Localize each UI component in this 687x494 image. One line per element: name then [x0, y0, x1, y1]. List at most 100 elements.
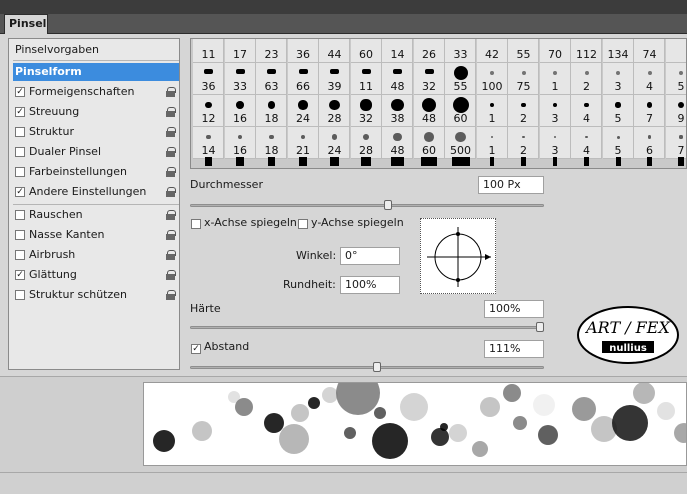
lock-icon[interactable]	[166, 270, 176, 280]
angle-input[interactable]: 0°	[340, 247, 400, 265]
brush-tip-cell[interactable]: 38	[382, 95, 413, 127]
checkbox[interactable]: ✓	[15, 187, 25, 197]
brush-tip-cell[interactable]	[665, 39, 686, 63]
brush-tip-cell[interactable]: 14	[382, 39, 413, 63]
brush-tip-cell[interactable]: 42	[476, 39, 508, 63]
diameter-slider-thumb[interactable]	[383, 200, 392, 210]
brush-tip-cell[interactable]: 2	[571, 63, 602, 95]
brush-tip-cell[interactable]: 3	[539, 127, 571, 166]
brush-tip-cell[interactable]: 3	[602, 63, 634, 95]
hardness-slider[interactable]	[190, 326, 544, 329]
checkbox[interactable]	[15, 250, 25, 260]
checkbox[interactable]	[15, 290, 25, 300]
brush-tip-cell[interactable]: 134	[602, 39, 634, 63]
brush-tip-cell[interactable]: 6	[634, 127, 665, 166]
brush-tip-cell[interactable]: 16	[224, 127, 256, 166]
diameter-input[interactable]: 100 Px	[478, 176, 544, 194]
flip-y-checkbox[interactable]	[298, 219, 308, 229]
hardness-input[interactable]: 100%	[484, 300, 544, 318]
list-item-option[interactable]: ✓ Andere Einstellungen	[13, 183, 179, 201]
brush-tip-cell[interactable]: 7	[634, 95, 665, 127]
angle-roundness-widget[interactable]	[420, 218, 496, 294]
checkbox[interactable]: ✓	[15, 107, 25, 117]
brush-tip-cell[interactable]: 48	[382, 63, 413, 95]
brush-tip-cell[interactable]: 2	[508, 95, 539, 127]
brush-tip-cell[interactable]: 55	[508, 39, 539, 63]
lock-icon[interactable]	[166, 107, 176, 117]
brush-tip-cell[interactable]: 1	[476, 127, 508, 166]
brush-tip-cell[interactable]: 63	[256, 63, 287, 95]
brush-tip-cell[interactable]: 100	[476, 63, 508, 95]
brush-tip-cell[interactable]: 5	[602, 95, 634, 127]
brush-tip-cell[interactable]: 66	[287, 63, 319, 95]
brush-tip-cell[interactable]: 16	[224, 95, 256, 127]
spacing-slider[interactable]	[190, 366, 544, 369]
brush-tip-cell[interactable]: 5	[665, 63, 686, 95]
brush-tip-cell[interactable]: 70	[539, 39, 571, 63]
brush-tip-cell[interactable]: 39	[319, 63, 350, 95]
brush-tip-cell[interactable]: 36	[193, 63, 224, 95]
list-item-option[interactable]: ✓ Streuung	[13, 103, 179, 121]
lock-icon[interactable]	[166, 187, 176, 197]
checkbox[interactable]	[15, 210, 25, 220]
brush-tip-grid[interactable]: 11 17 23 36 44 60 14 26 33 42 55 70 112 134 74 36 33 63 66…	[190, 38, 687, 169]
roundness-input[interactable]: 100%	[340, 276, 400, 294]
brush-tip-cell[interactable]: 1	[539, 63, 571, 95]
brush-tip-cell[interactable]: 32	[413, 63, 445, 95]
brush-tip-cell[interactable]: 4	[571, 95, 602, 127]
lock-icon[interactable]	[166, 167, 176, 177]
brush-tip-cell[interactable]: 60	[445, 95, 476, 127]
brush-tip-cell[interactable]: 33	[445, 39, 476, 63]
list-item-option[interactable]: Dualer Pinsel	[13, 143, 179, 161]
brush-tip-cell[interactable]: 26	[413, 39, 445, 63]
checkbox[interactable]: ✓	[15, 87, 25, 97]
brush-tip-cell[interactable]: 28	[350, 127, 382, 166]
spacing-checkbox[interactable]: ✓	[191, 344, 201, 354]
brush-tip-cell[interactable]: 24	[287, 95, 319, 127]
lock-icon[interactable]	[166, 290, 176, 300]
brush-tip-cell[interactable]: 28	[319, 95, 350, 127]
spacing-input[interactable]: 111%	[484, 340, 544, 358]
list-item-option[interactable]: Struktur	[13, 123, 179, 141]
brush-tip-cell[interactable]: 60	[413, 127, 445, 166]
brush-tip-cell[interactable]: 17	[224, 39, 256, 63]
brush-tip-cell[interactable]: 36	[287, 39, 319, 63]
flip-x-checkbox[interactable]	[191, 219, 201, 229]
checkbox[interactable]	[15, 167, 25, 177]
brush-tip-cell[interactable]: 23	[256, 39, 287, 63]
brush-tip-cell[interactable]: 3	[539, 95, 571, 127]
brush-tip-cell[interactable]: 12	[193, 95, 224, 127]
hardness-slider-thumb[interactable]	[536, 322, 544, 332]
brush-tip-cell[interactable]: 44	[319, 39, 350, 63]
spacing-slider-thumb[interactable]	[373, 362, 382, 372]
brush-tip-cell[interactable]: 21	[287, 127, 319, 166]
brush-tip-cell[interactable]: 74	[634, 39, 665, 63]
brush-tip-cell[interactable]: 4	[571, 127, 602, 166]
brush-tip-cell[interactable]: 500	[445, 127, 476, 166]
brush-tip-cell[interactable]: 11	[350, 63, 382, 95]
list-item-option[interactable]: Farbeinstellungen	[13, 163, 179, 181]
brush-tip-cell[interactable]: 4	[634, 63, 665, 95]
brush-tip-cell[interactable]: 60	[350, 39, 382, 63]
brush-tip-cell[interactable]: 33	[224, 63, 256, 95]
brush-tip-cell[interactable]: 5	[602, 127, 634, 166]
brush-tip-cell[interactable]: 7	[665, 127, 686, 166]
lock-icon[interactable]	[166, 147, 176, 157]
lock-icon[interactable]	[166, 210, 176, 220]
lock-icon[interactable]	[166, 230, 176, 240]
brush-tip-cell[interactable]: 18	[256, 127, 287, 166]
brush-tip-cell[interactable]: 2	[508, 127, 539, 166]
checkbox[interactable]: ✓	[15, 270, 25, 280]
checkbox[interactable]	[15, 127, 25, 137]
list-item-pinselform[interactable]: Pinselform	[13, 63, 179, 81]
diameter-slider[interactable]	[190, 204, 544, 207]
brush-tip-cell[interactable]: 32	[350, 95, 382, 127]
brush-tip-cell[interactable]: 9	[665, 95, 686, 127]
brush-tip-cell[interactable]: 75	[508, 63, 539, 95]
brush-tip-cell[interactable]: 48	[413, 95, 445, 127]
list-item-option[interactable]: Nasse Kanten	[13, 226, 179, 244]
brush-tip-cell[interactable]: 18	[256, 95, 287, 127]
brush-tip-cell[interactable]: 55	[445, 63, 476, 95]
list-item-option[interactable]: Rauschen	[13, 206, 179, 224]
checkbox[interactable]	[15, 147, 25, 157]
